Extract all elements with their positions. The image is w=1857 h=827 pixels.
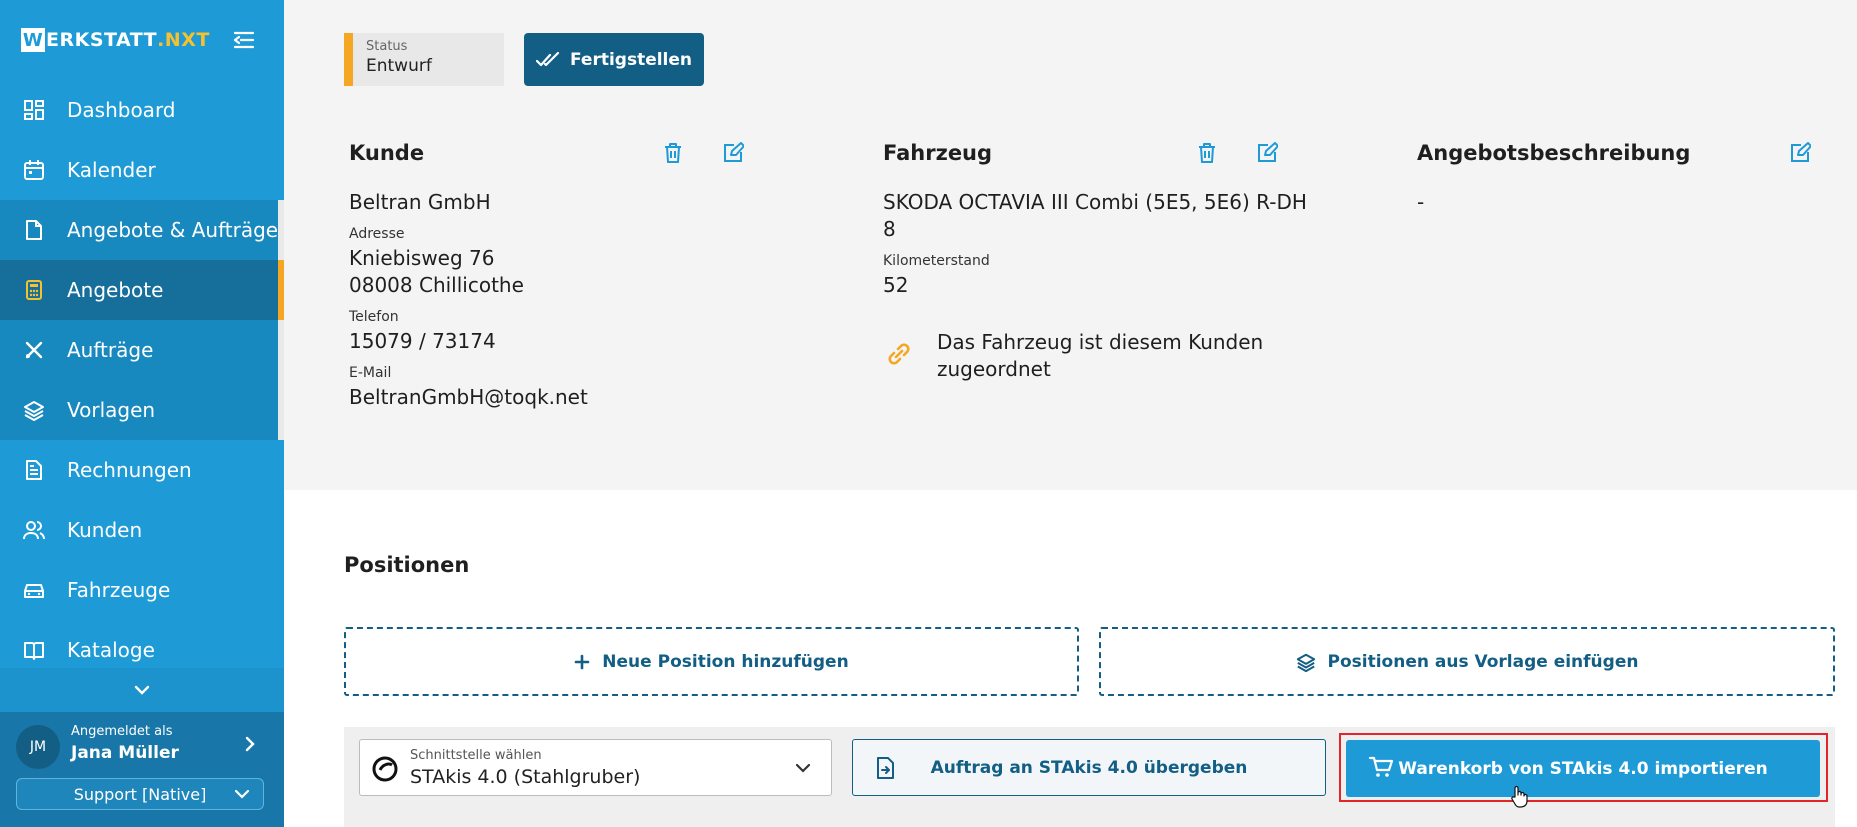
- sidebar-item-label: Vorlagen: [67, 398, 156, 422]
- sidebar-item-label: Kunden: [67, 518, 143, 542]
- users-icon: [22, 518, 46, 542]
- double-check-icon: [535, 51, 560, 66]
- stakis-logo-icon: [372, 756, 398, 786]
- sidebar-item-kalender[interactable]: Kalender: [0, 140, 284, 200]
- offer-header-area: [284, 0, 1857, 490]
- transfer-order-button[interactable]: Auftrag an STAkis 4.0 übergeben: [852, 739, 1326, 796]
- finish-button[interactable]: Fertigstellen: [524, 33, 704, 86]
- add-position-label: Neue Position hinzufügen: [602, 651, 849, 672]
- customer-name: Beltran GmbH: [349, 190, 491, 214]
- address-label: Adresse: [349, 226, 405, 242]
- chevron-down-icon: [134, 685, 150, 695]
- sidebar-item-label: Fahrzeuge: [67, 578, 171, 602]
- sidebar-item-label: Kalender: [67, 158, 156, 182]
- sidebar-scroll-down[interactable]: [0, 668, 284, 712]
- file-export-icon: [875, 756, 897, 785]
- sidebar-item-label: Rechnungen: [67, 458, 192, 482]
- status-badge: Status Entwurf: [344, 33, 504, 86]
- customer-email: BeltranGmbH@toqk.net: [349, 385, 588, 409]
- collapse-sidebar-icon[interactable]: [230, 26, 258, 54]
- customer-city: 08008 Chillicothe: [349, 273, 524, 297]
- positions-title: Positionen: [344, 553, 470, 577]
- brand-suffix: .NXT: [157, 29, 210, 51]
- customer-phone: 15079 / 73174: [349, 329, 496, 353]
- sidebar-item-label: Angebote & Aufträge: [67, 218, 279, 242]
- delete-customer-trash-icon[interactable]: [659, 139, 687, 167]
- shopping-cart-icon: [1368, 755, 1394, 784]
- vehicle-name-line2: 8: [883, 217, 896, 241]
- chevron-right-icon[interactable]: [240, 734, 260, 758]
- status-label: Status: [366, 39, 408, 54]
- chevron-down-icon: [793, 758, 813, 782]
- interface-select-value: STAkis 4.0 (Stahlgruber): [410, 766, 641, 788]
- sidebar-item-vorlagen[interactable]: Vorlagen: [0, 380, 284, 440]
- import-cart-button[interactable]: Warenkorb von STAkis 4.0 importieren: [1346, 740, 1820, 797]
- customer-title: Kunde: [349, 141, 425, 165]
- transfer-order-label: Auftrag an STAkis 4.0 übergeben: [930, 757, 1248, 778]
- sidebar-item-auftraege[interactable]: Aufträge: [0, 320, 284, 380]
- dashboard-icon: [22, 98, 46, 122]
- edit-description-icon[interactable]: [1786, 139, 1814, 167]
- vehicle-name-line1: SKODA OCTAVIA III Combi (5E5, 5E6) R-DH: [883, 190, 1307, 214]
- plus-icon: [574, 654, 590, 669]
- finish-button-label: Fertigstellen: [569, 49, 693, 70]
- sidebar-item-label: Aufträge: [67, 338, 154, 362]
- sidebar-item-angebote[interactable]: Angebote: [0, 260, 284, 320]
- sidebar: W ERKSTATT .NXT Dashboard Kalender Angeb…: [0, 0, 284, 827]
- sidebar-item-rechnungen[interactable]: Rechnungen: [0, 440, 284, 500]
- layers-icon: [1296, 653, 1315, 672]
- customer-street: Kniebisweg 76: [349, 246, 495, 270]
- vehicle-linked-line2: zugeordnet: [937, 357, 1051, 381]
- sidebar-item-kunden[interactable]: Kunden: [0, 500, 284, 560]
- tools-icon: [22, 338, 46, 362]
- offer-description-title: Angebotsbeschreibung: [1417, 141, 1691, 165]
- insert-from-template-button[interactable]: Positionen aus Vorlage einfügen: [1099, 627, 1835, 696]
- interface-select-label: Schnittstelle wählen: [410, 748, 542, 763]
- phone-label: Telefon: [349, 309, 399, 325]
- calculator-icon: [22, 278, 46, 302]
- brand-logo-mark: W: [21, 28, 45, 52]
- insert-from-template-label: Positionen aus Vorlage einfügen: [1327, 651, 1639, 672]
- delete-vehicle-trash-icon[interactable]: [1193, 139, 1221, 167]
- email-label: E-Mail: [349, 365, 392, 381]
- brand-name: ERKSTATT: [46, 29, 158, 51]
- add-position-button[interactable]: Neue Position hinzufügen: [344, 627, 1079, 696]
- interface-select[interactable]: Schnittstelle wählen STAkis 4.0 (Stahlgr…: [359, 739, 832, 796]
- sidebar-item-dashboard[interactable]: Dashboard: [0, 80, 284, 140]
- sidebar-item-label: Angebote: [67, 278, 164, 302]
- vehicle-linked-line1: Das Fahrzeug ist diesem Kunden: [937, 330, 1264, 354]
- import-cart-label: Warenkorb von STAkis 4.0 importieren: [1398, 758, 1768, 779]
- invoice-icon: [22, 458, 46, 482]
- book-icon: [22, 638, 46, 662]
- vehicle-title: Fahrzeug: [883, 141, 993, 165]
- layers-icon: [22, 398, 46, 422]
- user-name: Jana Müller: [71, 743, 179, 763]
- sidebar-item-angebote-auftraege[interactable]: Angebote & Aufträge: [0, 200, 284, 260]
- status-value: Entwurf: [366, 56, 432, 76]
- user-panel: JM Angemeldet als Jana Müller Support [N…: [0, 712, 284, 827]
- avatar: JM: [16, 725, 60, 769]
- brand-logo[interactable]: W ERKSTATT .NXT: [21, 28, 210, 52]
- offer-description: -: [1417, 190, 1425, 214]
- car-icon: [22, 578, 46, 602]
- support-select-value: Support [Native]: [73, 784, 207, 804]
- document-icon: [22, 218, 46, 242]
- sidebar-item-label: Dashboard: [67, 98, 176, 122]
- logged-in-label: Angemeldet als: [71, 724, 173, 739]
- calendar-icon: [22, 158, 46, 182]
- sidebar-item-fahrzeuge[interactable]: Fahrzeuge: [0, 560, 284, 620]
- chevron-down-icon: [233, 785, 251, 807]
- sidebar-nav: Dashboard Kalender Angebote & Aufträge A…: [0, 80, 284, 680]
- link-icon: [884, 339, 914, 373]
- km-label: Kilometerstand: [883, 253, 990, 269]
- vehicle-km: 52: [883, 273, 909, 297]
- sidebar-item-label: Kataloge: [67, 638, 155, 662]
- edit-vehicle-icon[interactable]: [1253, 139, 1281, 167]
- support-select[interactable]: Support [Native]: [16, 778, 264, 810]
- edit-customer-icon[interactable]: [719, 139, 747, 167]
- hand-cursor-icon: [1510, 785, 1528, 813]
